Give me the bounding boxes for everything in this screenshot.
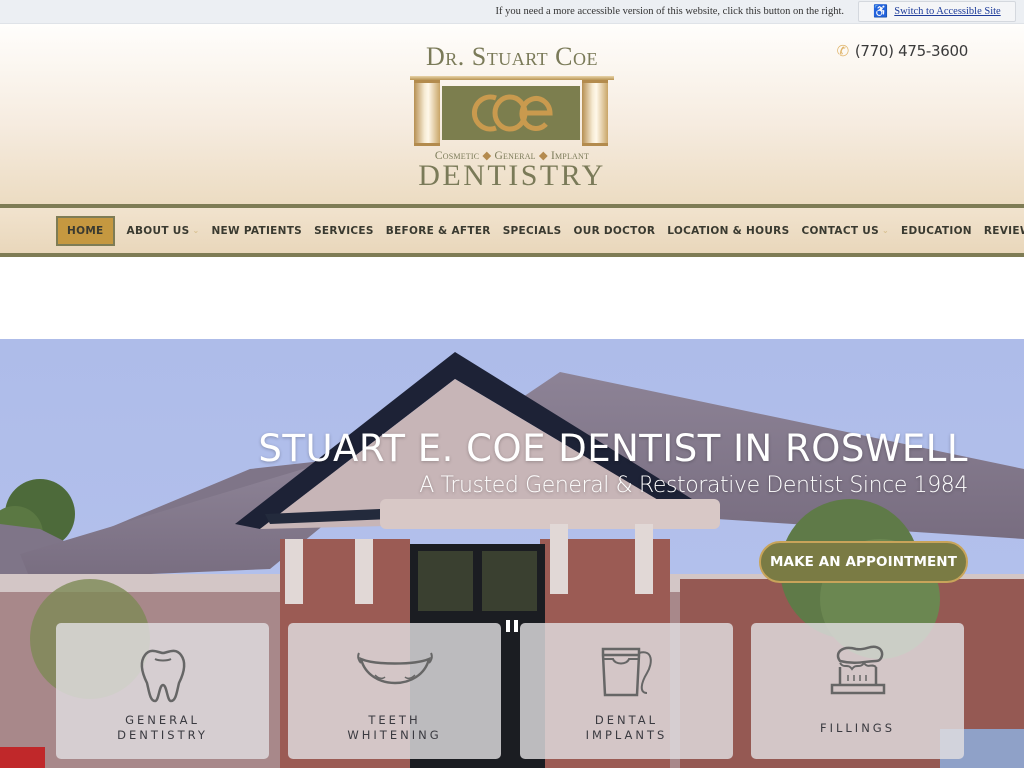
phone-number: (770) 475-3600 <box>854 42 968 60</box>
service-label-line1: TEETH <box>368 713 421 727</box>
pause-bar <box>506 620 510 632</box>
nav-item-our-doctor[interactable]: OUR DOCTOR <box>568 216 662 246</box>
site-header: Dr. Stuart Coe Cosmetic ◆ General ◆ Impl… <box>0 24 1024 204</box>
hero-slider: STUART E. COE DENTIST IN ROSWELL A Trust… <box>0 339 1024 768</box>
service-label-line2: WHITENING <box>347 728 442 742</box>
chevron-down-icon: ⌄ <box>192 226 200 235</box>
nav-item-label: CONTACT US <box>801 224 879 237</box>
nav-item-label: EDUCATION <box>900 224 972 237</box>
switch-accessible-site-label: Switch to Accessible Site <box>894 6 1001 17</box>
slider-pause-icon[interactable] <box>506 620 518 634</box>
service-label-line1: DENTAL <box>594 713 659 727</box>
service-card-teeth-whitening[interactable]: TEETH WHITENING <box>288 623 501 759</box>
smile-icon <box>356 652 433 685</box>
service-label-line2: DENTISTRY <box>117 728 208 742</box>
nav-item-label: NEW PATIENTS <box>211 224 303 237</box>
accessibility-notice: If you need a more accessible version of… <box>495 6 844 17</box>
nav-item-specials[interactable]: SPECIALS <box>497 216 568 246</box>
service-label-line1: GENERAL <box>125 713 200 727</box>
service-card-general-dentistry[interactable]: GENERAL DENTISTRY <box>56 623 269 759</box>
main-nav: HOME ABOUT US ⌄ NEW PATIENTS SERVICES BEFORE … <box>0 204 1024 257</box>
nav-item-label: REVIEW US <box>983 224 1024 237</box>
toothbrush-icon <box>830 645 885 695</box>
wheelchair-icon: ♿ <box>873 4 889 18</box>
nav-item-label: ABOUT US <box>126 224 190 237</box>
content-spacer <box>0 257 1024 339</box>
nav-item-home[interactable]: HOME <box>56 215 115 246</box>
service-card-dental-implants[interactable]: DENTAL IMPLANTS <box>520 623 733 759</box>
nav-item-label: SPECIALS <box>502 224 562 237</box>
nav-item-education[interactable]: EDUCATION <box>895 216 978 246</box>
nav-item-contact-us[interactable]: CONTACT US ⌄ <box>795 216 895 246</box>
hero-subtitle: A Trusted General & Restorative Dentist … <box>419 473 968 498</box>
nav-items: HOME ABOUT US ⌄ NEW PATIENTS SERVICES BEFORE … <box>56 208 1024 253</box>
floss-icon <box>601 647 652 697</box>
accessibility-bar: If you need a more accessible version of… <box>0 0 1024 24</box>
nav-item-label: SERVICES <box>314 224 374 237</box>
logo-dentistry: DENTISTRY <box>418 159 606 192</box>
logo-monogram <box>442 86 580 140</box>
nav-item-services[interactable]: SERVICES <box>308 216 380 246</box>
chevron-down-icon: ⌄ <box>881 226 889 235</box>
nav-item-label: OUR DOCTOR <box>573 224 656 237</box>
nav-item-location-hours[interactable]: LOCATION & HOURS <box>661 216 795 246</box>
hero-title: STUART E. COE DENTIST IN ROSWELL <box>258 427 968 470</box>
nav-item-label: LOCATION & HOURS <box>667 224 790 237</box>
logo-pillar-left <box>414 80 440 146</box>
phone-icon: ✆ <box>836 42 850 60</box>
nav-item-new-patients[interactable]: NEW PATIENTS <box>205 216 308 246</box>
nav-item-about-us[interactable]: ABOUT US ⌄ <box>121 216 206 246</box>
pause-bar <box>514 620 518 632</box>
logo-pillar-right <box>582 80 608 146</box>
nav-item-label: HOME <box>67 224 104 237</box>
nav-item-label: BEFORE & AFTER <box>385 224 491 237</box>
logo-doctor-name: Dr. Stuart Coe <box>426 42 598 71</box>
tooth-icon <box>140 649 185 703</box>
coe-monogram-icon <box>472 94 553 132</box>
service-label-line2: IMPLANTS <box>585 728 668 742</box>
phone-link[interactable]: ✆ (770) 475-3600 <box>836 42 969 60</box>
make-appointment-button[interactable]: MAKE AN APPOINTMENT <box>759 541 968 583</box>
service-label-line1: FILLINGS <box>819 721 896 735</box>
site-logo[interactable]: Dr. Stuart Coe Cosmetic ◆ General ◆ Impl… <box>406 42 618 192</box>
service-card-fillings[interactable]: FILLINGS <box>751 623 964 759</box>
nav-item-before-after[interactable]: BEFORE & AFTER <box>380 216 497 246</box>
switch-accessible-site-button[interactable]: ♿ Switch to Accessible Site <box>858 1 1016 22</box>
nav-item-review-us[interactable]: REVIEW US <box>978 216 1024 246</box>
